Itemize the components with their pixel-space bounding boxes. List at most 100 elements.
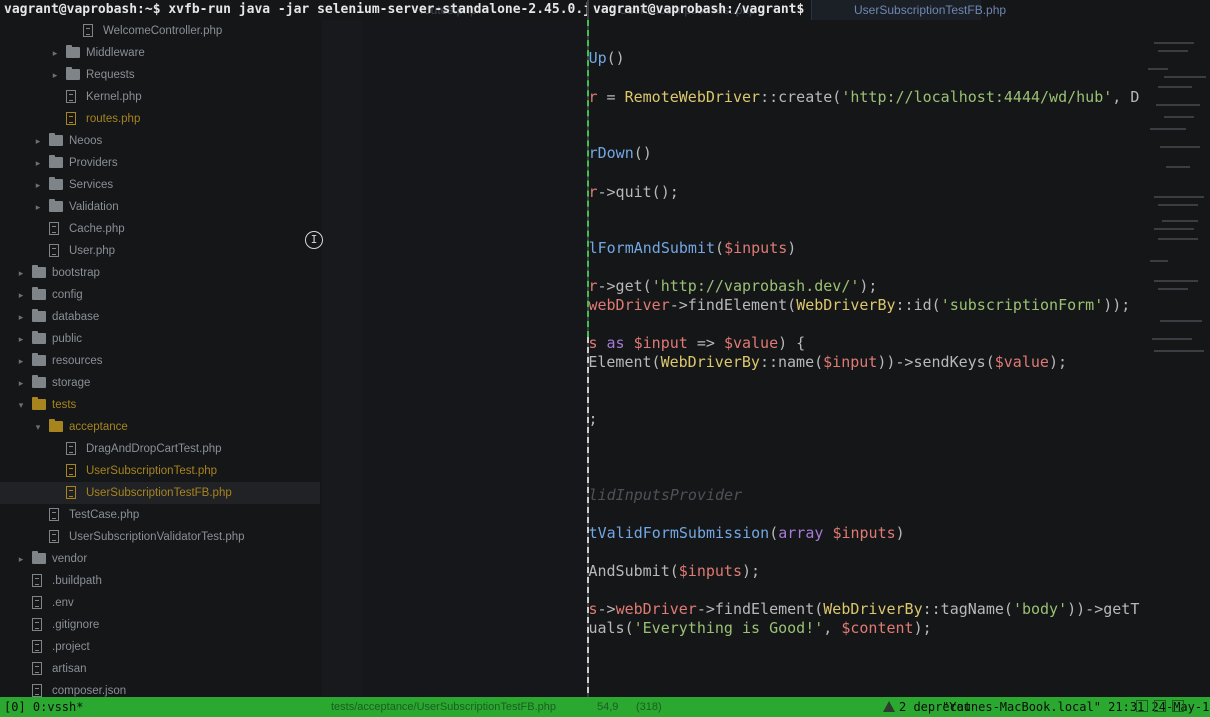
folder-icon	[32, 551, 46, 564]
tree-folder[interactable]: ▾ tests	[0, 394, 320, 416]
tree-item-label: TestCase.php	[69, 509, 140, 521]
folder-icon	[49, 199, 63, 212]
tree-item-label: .project	[52, 641, 90, 653]
tree-item-label: Providers	[69, 157, 118, 169]
tree-file[interactable]: UserSubscriptionTestFB.php	[0, 482, 320, 504]
tree-file[interactable]: UserSubscriptionValidatorTest.php	[0, 526, 320, 548]
tree-item-label: Middleware	[86, 47, 145, 59]
tree-file[interactable]: routes.php	[0, 108, 320, 130]
tree-file[interactable]: .gitignore	[0, 614, 320, 636]
tree-folder[interactable]: ▸ storage	[0, 372, 320, 394]
status-line-count: (318)	[636, 701, 662, 713]
tree-item-label: .gitignore	[52, 619, 100, 631]
editor-minimap[interactable]	[1144, 20, 1210, 697]
code-editor[interactable]: 13public function setUp()14{1516$this->w…	[589, 20, 1210, 697]
tree-folder[interactable]: ▸ database	[0, 306, 320, 328]
chevron-down-icon[interactable]: ▾	[33, 416, 43, 438]
chevron-right-icon[interactable]: ▸	[16, 350, 26, 372]
chevron-right-icon[interactable]: ▸	[33, 130, 43, 152]
tree-item-label: UserSubscriptionTestFB.php	[86, 487, 232, 499]
tree-file[interactable]: User.php	[0, 240, 320, 262]
code-text: public function setUp()	[589, 49, 625, 67]
minimap-line	[1154, 196, 1204, 198]
code-text: $this->fillFormAndSubmit($inputs);	[589, 562, 761, 580]
tree-folder[interactable]: ▸ Services	[0, 174, 320, 196]
chevron-right-icon[interactable]: ▸	[16, 328, 26, 350]
code-text: public function tearDown()	[589, 144, 652, 162]
file-icon	[49, 222, 59, 235]
tree-file[interactable]: WelcomeController.php	[0, 20, 320, 42]
tree-item-label: Services	[69, 179, 114, 191]
file-icon	[83, 24, 93, 37]
folder-icon	[32, 309, 46, 322]
left-terminal-pane[interactable]: routes.php vagrant@vaprobash:~$ xvfb-run…	[0, 0, 587, 697]
tree-file[interactable]: composer.json	[0, 680, 320, 697]
chevron-right-icon[interactable]: ▸	[50, 64, 60, 86]
tab-usersubscriptiontestfb[interactable]: UserSubscriptionTestFB.php	[811, 0, 1006, 20]
code-line: 31}	[589, 372, 1210, 391]
code-line: 41$this->fillFormAndSubmit($inputs);	[589, 562, 1210, 581]
minimap-line	[1158, 288, 1188, 290]
minimap-line	[1154, 228, 1194, 230]
chevron-right-icon[interactable]: ▸	[33, 196, 43, 218]
chevron-right-icon[interactable]: ▸	[16, 548, 26, 570]
folder-icon	[32, 331, 46, 344]
right-terminal-pane[interactable]: UserSubscriptionTest.php vagrant@vaproba…	[589, 0, 1210, 697]
chevron-right-icon[interactable]: ▸	[33, 152, 43, 174]
minimap-line	[1152, 338, 1192, 340]
tree-file[interactable]: UserSubscriptionTest.php	[0, 460, 320, 482]
tree-folder[interactable]: ▸ public	[0, 328, 320, 350]
tree-file[interactable]: DragAndDropCartTest.php	[0, 438, 320, 460]
tree-item-label: artisan	[52, 663, 87, 675]
tree-folder[interactable]: ▸ Requests	[0, 64, 320, 86]
chevron-right-icon[interactable]: ▸	[16, 306, 26, 328]
minimap-line	[1148, 68, 1168, 70]
tree-folder[interactable]: ▸ Middleware	[0, 42, 320, 64]
tree-file[interactable]: Cache.php	[0, 218, 320, 240]
tree-item-label: Cache.php	[69, 223, 125, 235]
code-line: 40{	[589, 543, 1210, 562]
chevron-right-icon[interactable]: ▸	[16, 372, 26, 394]
tree-folder[interactable]: ▸ bootstrap	[0, 262, 320, 284]
tree-folder[interactable]: ▸ Validation	[0, 196, 320, 218]
folder-icon	[66, 45, 80, 58]
chevron-right-icon[interactable]: ▸	[16, 284, 26, 306]
tree-item-label: User.php	[69, 245, 116, 257]
chevron-down-icon[interactable]: ▾	[16, 394, 26, 416]
minimap-line	[1154, 350, 1204, 352]
tree-folder[interactable]: ▸ Providers	[0, 152, 320, 174]
folder-icon	[32, 265, 46, 278]
chevron-right-icon[interactable]: ▸	[50, 42, 60, 64]
tree-item-label: .buildpath	[52, 575, 102, 587]
right-shell-prompt[interactable]: vagrant@vaprobash:/vagrant$	[589, 2, 804, 17]
tree-folder[interactable]: ▸ vendor	[0, 548, 320, 570]
code-line: 30$form->findElement(WebDriverBy::name($…	[589, 353, 1210, 372]
tree-file[interactable]: Kernel.php	[0, 86, 320, 108]
code-line: 27$form = $this->webDriver->findElement(…	[589, 296, 1210, 315]
folder-icon	[49, 419, 63, 432]
tree-folder[interactable]: ▸ resources	[0, 350, 320, 372]
tree-folder[interactable]: ▸ Neoos	[0, 130, 320, 152]
minimap-line	[1150, 260, 1168, 262]
tmux-session-window[interactable]: [0] 0:vssh*	[4, 697, 83, 717]
tree-file[interactable]: artisan	[0, 658, 320, 680]
tree-folder[interactable]: ▸ config	[0, 284, 320, 306]
left-shell-prompt[interactable]: vagrant@vaprobash:~$ xvfb-run java -jar …	[0, 2, 587, 17]
code-text: $this->webDriver = RemoteWebDriver::crea…	[589, 88, 1140, 106]
file-icon	[66, 90, 76, 103]
tree-file[interactable]: .buildpath	[0, 570, 320, 592]
tree-file[interactable]: TestCase.php	[0, 504, 320, 526]
tree-item-label: routes.php	[86, 113, 141, 125]
code-line: 25{	[589, 258, 1210, 277]
minimap-line	[1158, 50, 1188, 52]
code-text: $form->submit();	[589, 410, 598, 428]
code-text: $this->webDriver->get('http://vaprobash.…	[589, 277, 878, 295]
project-file-tree[interactable]: WelcomeController.php ▸ Middleware ▸ Request…	[0, 20, 320, 697]
tree-folder[interactable]: ▾ acceptance	[0, 416, 320, 438]
tree-file[interactable]: .project	[0, 636, 320, 658]
chevron-right-icon[interactable]: ▸	[16, 262, 26, 284]
minimap-line	[1156, 104, 1200, 106]
tree-file[interactable]: .env	[0, 592, 320, 614]
bell-icon	[1172, 700, 1184, 712]
chevron-right-icon[interactable]: ▸	[33, 174, 43, 196]
